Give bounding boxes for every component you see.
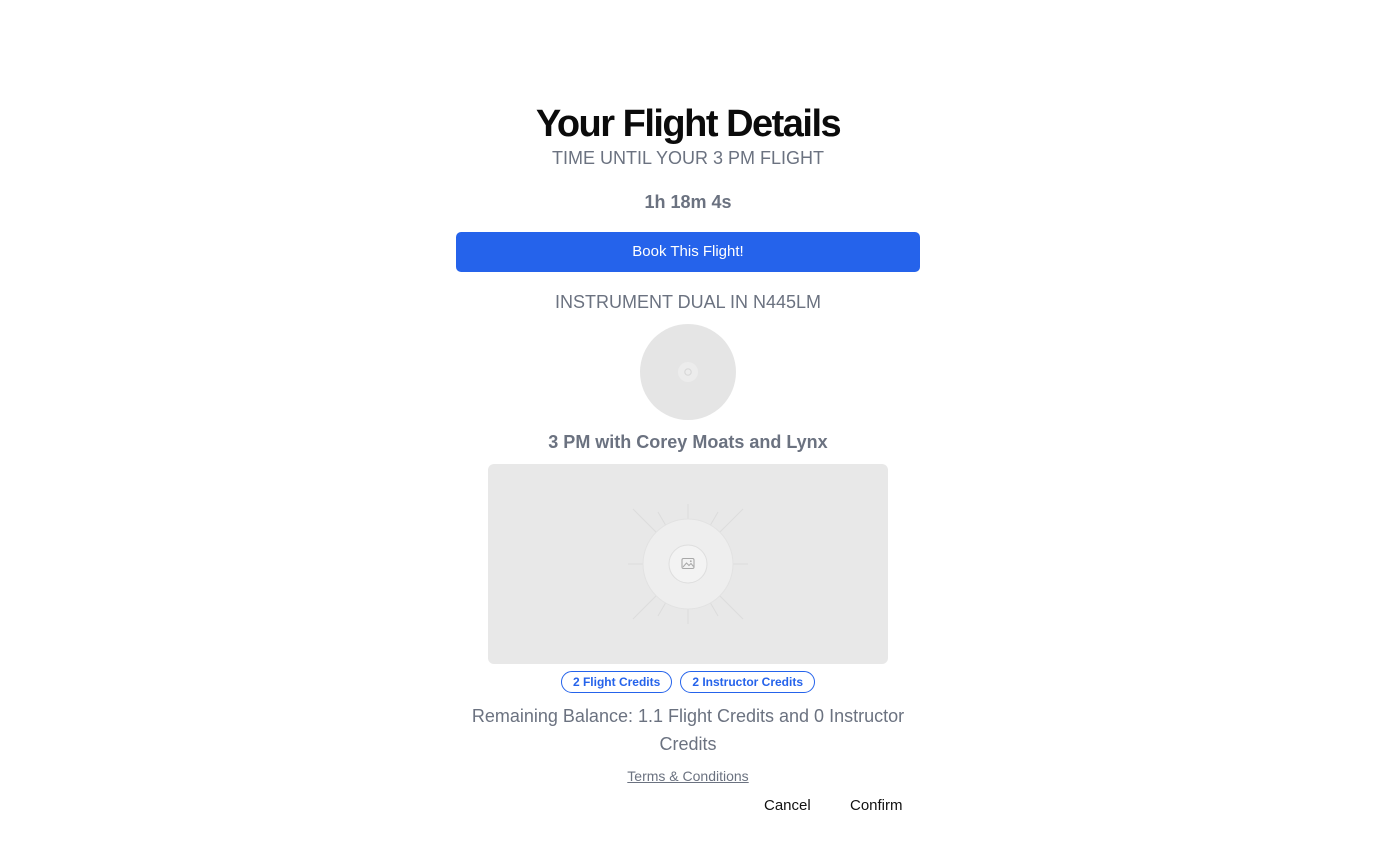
page-title: Your Flight Details: [535, 103, 842, 145]
image-placeholder-icon: [628, 504, 748, 624]
terms-container: Terms & Conditions: [0, 766, 1376, 786]
flight-details-page: Your Flight Details TIME UNTIL YOUR 3 PM…: [0, 0, 1376, 850]
book-flight-button[interactable]: Book This Flight!: [456, 232, 920, 272]
avatar: [640, 324, 736, 420]
flight-credits-badge: 2 Flight Credits: [560, 671, 673, 693]
terms-link[interactable]: Terms & Conditions: [627, 768, 748, 784]
credit-badges: 2 Flight Credits 2 Instructor Credits: [0, 671, 1376, 693]
aircraft-image-placeholder: [488, 464, 888, 664]
lesson-type-label: INSTRUMENT DUAL IN N445LM: [554, 292, 822, 312]
user-avatar-placeholder-icon: [678, 362, 698, 382]
confirm-button[interactable]: Confirm: [850, 794, 903, 818]
cancel-button[interactable]: Cancel: [764, 794, 811, 818]
countdown-timer: 1h 18m 4s: [644, 192, 732, 212]
countdown-label: TIME UNTIL YOUR 3 PM FLIGHT: [551, 148, 825, 168]
instructor-credits-badge: 2 Instructor Credits: [680, 671, 816, 693]
remaining-balance: Remaining Balance: 1.1 Flight Credits an…: [471, 706, 905, 754]
flight-info: 3 PM with Corey Moats and Lynx: [548, 432, 828, 452]
